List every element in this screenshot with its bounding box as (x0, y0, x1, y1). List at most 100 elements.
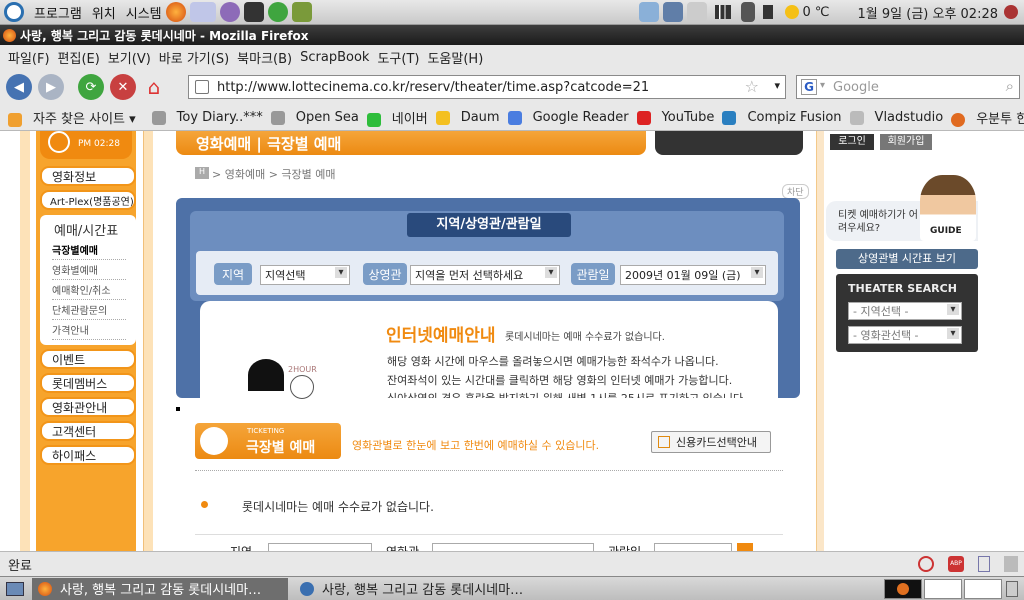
ts-theater-select[interactable]: - 영화관선택 - (848, 326, 962, 344)
lnav-sub-theater[interactable]: 극장별예매 (52, 242, 126, 260)
banner-movie-reservation: 영화예매 | 극장별 예매 (176, 131, 646, 155)
clock[interactable]: 1월 9일 (금) 오후 02:28 (858, 3, 998, 22)
search-bar[interactable]: G ▾ Google ⌕ (796, 75, 1020, 99)
lnav-sub-group[interactable]: 단체관람문의 (52, 302, 126, 320)
volume-tray-icon[interactable] (662, 2, 683, 22)
trash-icon[interactable] (1006, 580, 1018, 597)
taskbar-item-2[interactable]: 사랑, 행복 그리고 감동 롯데시네마… (294, 578, 550, 600)
ticket-title: 극장별 예매 (246, 440, 316, 456)
bookmark-vladstudio[interactable]: Vladstudio (849, 110, 943, 125)
url-dropdown-icon[interactable]: ▾ (774, 79, 780, 92)
user-switch-icon[interactable] (1004, 5, 1018, 19)
lnav-sub-price[interactable]: 가격안내 (52, 322, 126, 340)
hour-label: 2HOUR (288, 365, 317, 374)
menu-applications[interactable]: 프로그램 (34, 3, 82, 22)
menu-places[interactable]: 위치 (92, 3, 116, 22)
stop-button[interactable]: ✕ (110, 74, 136, 100)
guide-label[interactable]: GUIDE (928, 226, 964, 236)
bookmark-compiz-fusion[interactable]: Compiz Fusion (722, 110, 842, 125)
gimp-tray-icon[interactable] (686, 2, 707, 22)
region-select[interactable]: 지역선택 (260, 265, 350, 285)
workspace-2[interactable] (924, 578, 962, 599)
theater-select[interactable]: 지역을 먼저 선택하세요 (410, 265, 560, 285)
taskbar-item-2-label: 사랑, 행복 그리고 감동 롯데시네마… (322, 583, 524, 598)
google-engine-icon[interactable]: G (801, 79, 817, 95)
back-button[interactable]: ◀ (6, 74, 32, 100)
bookmark-daum[interactable]: Daum (435, 110, 500, 125)
popup-blocker-icon[interactable] (918, 556, 934, 572)
bottom-date-select[interactable] (654, 543, 732, 551)
menu-scrapbook[interactable]: ScrapBook (300, 50, 369, 65)
reload-button[interactable]: ⟳ (78, 74, 104, 100)
media-player-launcher-icon[interactable] (267, 2, 288, 22)
lnav-theaters[interactable]: 영화관안내 (40, 397, 136, 417)
menu-help[interactable]: 도움말(H) (427, 48, 483, 67)
speaker-icon[interactable] (762, 5, 773, 19)
theater-label: 상영관 (363, 263, 407, 285)
terminal-launcher-icon[interactable] (243, 2, 264, 22)
calendar-icon[interactable] (737, 543, 753, 551)
menu-file[interactable]: 파일(F) (8, 48, 50, 67)
lnav-events[interactable]: 이벤트 (40, 349, 136, 369)
signal-bars-icon[interactable] (714, 5, 731, 19)
home-button[interactable]: ⌂ (142, 75, 166, 99)
menu-tools[interactable]: 도구(T) (377, 48, 419, 67)
lnav-hipass[interactable]: 하이패스 (40, 445, 136, 465)
lnav-customer[interactable]: 고객센터 (40, 421, 136, 441)
menu-edit[interactable]: 편집(E) (58, 48, 100, 67)
workspace-3[interactable] (964, 578, 1002, 599)
dictionary-launcher-icon[interactable] (291, 2, 312, 22)
lnav-movie-info[interactable]: 영화정보 (40, 166, 136, 186)
ubuntu-logo-icon[interactable] (4, 2, 24, 22)
show-desktop-icon[interactable] (6, 581, 24, 596)
bookmark-naver[interactable]: 네이버 (366, 108, 428, 127)
schedule-button[interactable]: 상영관별 시간표 보기 (836, 249, 978, 269)
weather-temperature[interactable]: 0 ℃ (803, 5, 830, 20)
menu-system[interactable]: 시스템 (126, 3, 162, 22)
bookmark-google-reader[interactable]: Google Reader (507, 110, 629, 125)
credit-card-button-label: 신용카드선택안내 (676, 436, 757, 449)
bookmark-toy-diary[interactable]: Toy Diary..*** (151, 110, 263, 125)
bottom-region-select[interactable] (268, 543, 372, 551)
ts-region-select[interactable]: - 지역선택 - (848, 302, 962, 320)
lnav-sub-movie[interactable]: 영화별예매 (52, 262, 126, 280)
bookmark-star-icon[interactable]: ☆ (745, 77, 759, 96)
menu-bookmarks[interactable]: 북마크(B) (237, 48, 292, 67)
menu-view[interactable]: 보기(V) (108, 48, 151, 67)
banner-title: 영화예매 | 극장별 예매 (196, 135, 342, 153)
lnav-members[interactable]: 롯데멤버스 (40, 373, 136, 393)
pidgin-launcher-icon[interactable] (189, 2, 216, 22)
firefox-launcher-icon[interactable] (165, 2, 186, 22)
scrapbook-status-icon[interactable] (978, 556, 990, 572)
resize-grip-icon[interactable] (1004, 556, 1018, 572)
search-icon[interactable]: ⌕ (1006, 77, 1014, 95)
weather-sun-icon[interactable] (784, 5, 799, 19)
forward-button[interactable]: ▶ (38, 74, 64, 100)
lnav-artplex[interactable]: Art-Plex(명품공연) (40, 190, 136, 210)
bookmark-youtube[interactable]: YouTube (636, 110, 714, 125)
bottom-theater-select[interactable] (432, 543, 594, 551)
credit-card-button[interactable]: 신용카드선택안내 (651, 431, 771, 453)
url-bar[interactable]: http://www.lottecinema.co.kr/reserv/thea… (188, 75, 786, 99)
engine-dropdown-icon[interactable]: ▾ (820, 80, 825, 91)
workspace-1[interactable] (884, 578, 922, 599)
login-button[interactable]: 로그인 (830, 134, 874, 150)
bookmark-ubuntu-korea[interactable]: 우분투 한국 (951, 108, 1024, 127)
banner-quick-reservation[interactable] (655, 131, 803, 155)
status-text: 완료 (8, 558, 32, 574)
keyboard-tray-icon[interactable] (740, 2, 755, 22)
lower-frame-marker (176, 407, 180, 411)
breadcrumb-home-icon[interactable]: H (195, 167, 209, 179)
close-ad-label[interactable]: 차단 (782, 184, 809, 199)
gaim-launcher-icon[interactable] (219, 2, 240, 22)
lnav-sub-confirm[interactable]: 예매확인/취소 (52, 282, 126, 300)
taskbar-item-active[interactable]: 사랑, 행복 그리고 감동 롯데시네마… (32, 577, 288, 600)
menu-go[interactable]: 바로 가기(S) (159, 48, 229, 67)
firefox-menubar: 파일(F) 편집(E) 보기(V) 바로 가기(S) 북마크(B) ScrapB… (0, 45, 1024, 69)
bookmark-open-sea[interactable]: Open Sea (270, 110, 359, 125)
adblock-icon[interactable]: ABP (948, 556, 964, 572)
bookmark-most-visited[interactable]: 자주 찾은 사이트 ▾ (8, 108, 136, 127)
join-button[interactable]: 회원가입 (880, 134, 932, 150)
network-tray-icon[interactable] (638, 2, 659, 22)
lnav-reservation-title[interactable]: 예매/시간표 (54, 220, 118, 239)
